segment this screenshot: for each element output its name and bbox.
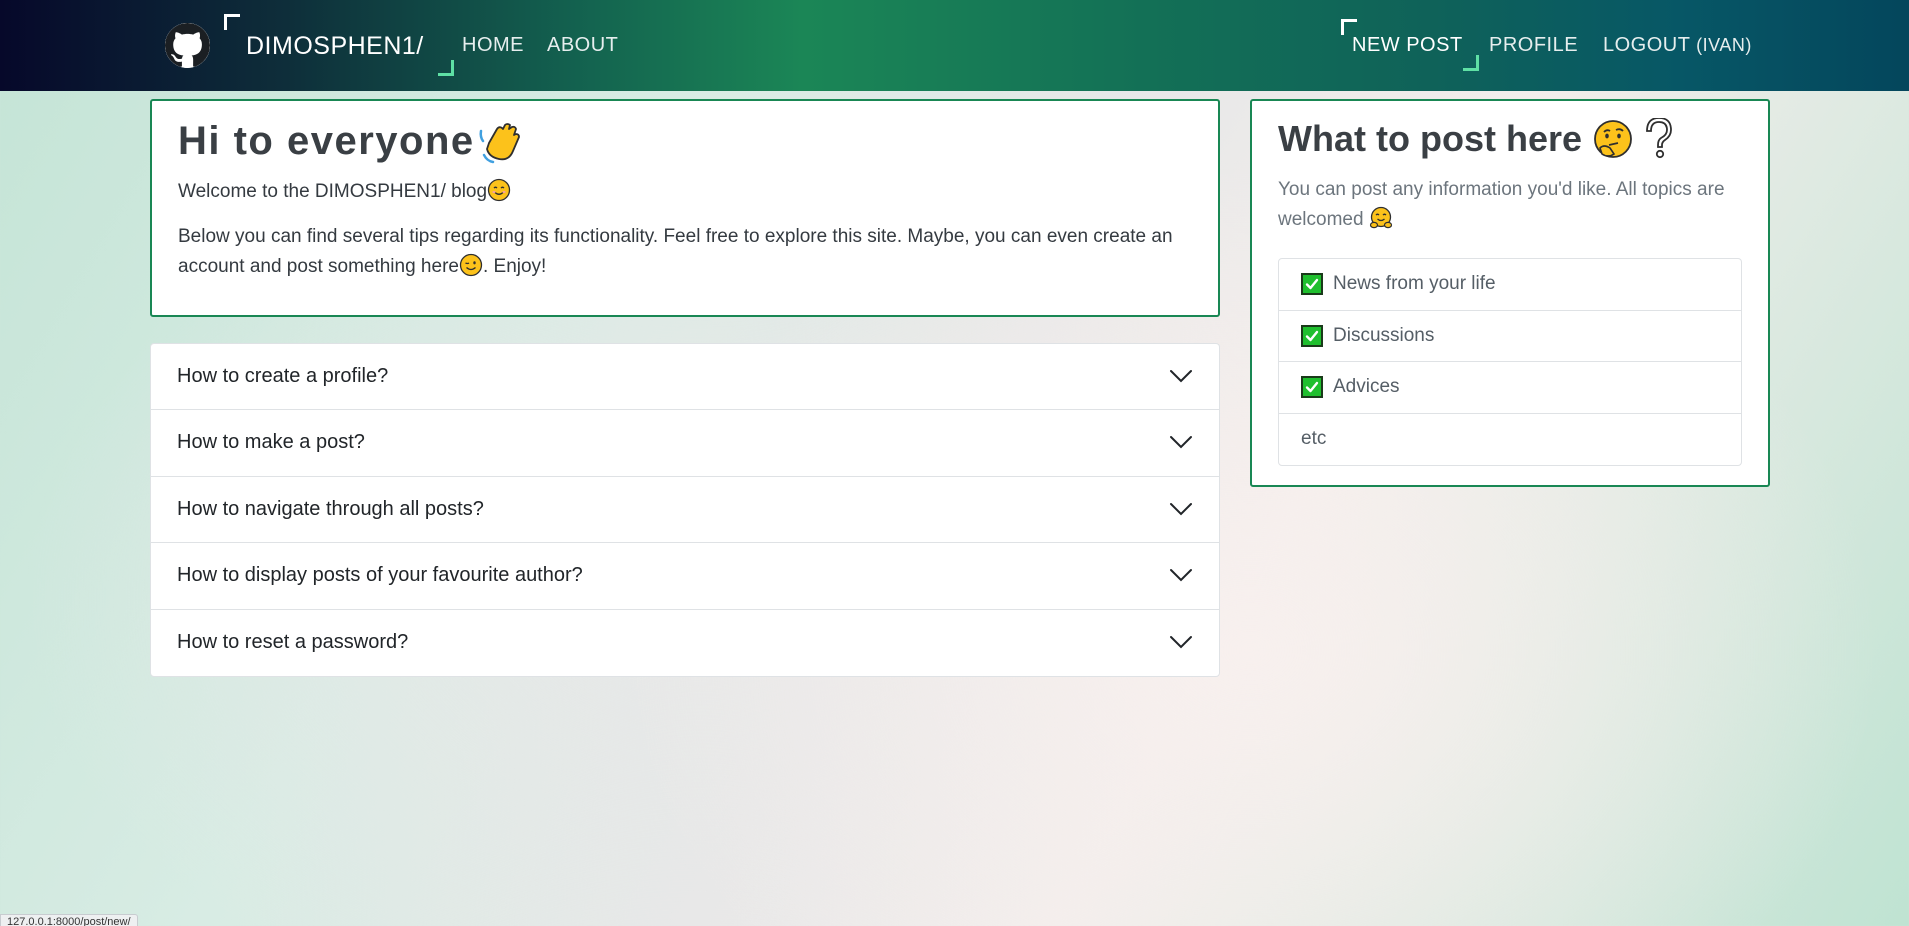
side-description-text: You can post any information you'd like.…	[1278, 179, 1725, 230]
welcome-title: Hi to everyone	[178, 115, 1192, 167]
faq-item-favourite-author[interactable]: How to display posts of your favourite a…	[151, 543, 1219, 610]
faq-question: How to display posts of your favourite a…	[177, 564, 583, 587]
topic-label: etc	[1301, 428, 1327, 450]
chevron-down-icon	[1170, 370, 1192, 383]
welcome-paragraph-end: . Enjoy!	[482, 256, 547, 277]
faq-item-make-post[interactable]: How to make a post?	[151, 410, 1219, 477]
topic-label: News from your life	[1333, 273, 1496, 295]
check-mark-icon	[1301, 376, 1323, 399]
nav-logout[interactable]: LOGOUT (IVAN)	[1603, 34, 1752, 57]
new-post-corner-bottom-right	[1463, 55, 1479, 71]
nav-new-post-label: NEW POST	[1352, 34, 1463, 56]
side-title-text: What to post here	[1278, 118, 1582, 159]
browser-status-bar: 127.0.0.1:8000/post/new/	[0, 914, 138, 926]
faq-question: How to navigate through all posts?	[177, 497, 484, 520]
topic-item-advices: Advices	[1279, 362, 1741, 414]
brand-corner-top-left	[224, 14, 240, 30]
faq-item-create-profile[interactable]: How to create a profile?	[151, 344, 1219, 411]
faq-question: How to create a profile?	[177, 365, 389, 387]
topic-item-news: News from your life	[1279, 259, 1741, 311]
thinking-face-icon	[1592, 118, 1634, 160]
question-mark-icon	[1644, 117, 1674, 160]
brand-corner-bottom-right	[438, 60, 454, 76]
topic-item-discussions: Discussions	[1279, 311, 1741, 362]
faq-question: How to reset a password?	[177, 630, 409, 653]
github-icon[interactable]	[165, 23, 210, 68]
faq-item-reset-password[interactable]: How to reset a password?	[151, 610, 1219, 676]
welcome-paragraph: Below you can find several tips regardin…	[178, 222, 1192, 287]
nav-about[interactable]: ABOUT	[547, 34, 618, 57]
welcome-line: Welcome to the DIMOSPHEN1/ blog	[178, 177, 1192, 212]
faq-accordion: How to create a profile? How to make a p…	[150, 343, 1220, 677]
topic-label: Advices	[1333, 376, 1400, 398]
waving-hand-icon	[477, 117, 525, 165]
nav-logout-user: (IVAN)	[1696, 35, 1752, 55]
welcome-card: Hi to everyone Welcome to the DIMOSPHEN1…	[150, 99, 1220, 317]
side-description: You can post any information you'd like.…	[1278, 175, 1742, 240]
smiling-face-icon	[487, 178, 511, 212]
nav-home[interactable]: HOME	[462, 34, 524, 57]
nav-logout-label: LOGOUT	[1603, 34, 1691, 56]
check-mark-icon	[1301, 273, 1323, 296]
nav-new-post[interactable]: NEW POST	[1341, 19, 1479, 71]
side-title: What to post here	[1278, 113, 1742, 165]
welcome-title-text: Hi to everyone	[178, 118, 475, 163]
faq-question: How to make a post?	[177, 431, 365, 454]
chevron-down-icon	[1170, 569, 1192, 582]
new-post-corner-top-left	[1341, 19, 1357, 35]
topic-list: News from your life Discussions Advices …	[1278, 258, 1742, 466]
chevron-down-icon	[1170, 502, 1192, 516]
navbar: DIMOSPHEN1/ HOME ABOUT NEW POST PROFILE …	[0, 0, 1909, 91]
faq-item-navigate-posts[interactable]: How to navigate through all posts?	[151, 477, 1219, 544]
topic-item-etc: etc	[1279, 414, 1741, 466]
brand-link[interactable]: DIMOSPHEN1/	[224, 14, 454, 76]
nav-profile[interactable]: PROFILE	[1489, 34, 1578, 57]
brand-text: DIMOSPHEN1/	[246, 32, 424, 60]
what-to-post-card: What to post here You can post any infor…	[1250, 99, 1770, 487]
winking-face-icon	[459, 253, 483, 287]
chevron-down-icon	[1170, 635, 1192, 648]
topic-label: Discussions	[1333, 324, 1435, 346]
welcome-line-text: Welcome to the DIMOSPHEN1/ blog	[178, 181, 488, 202]
chevron-down-icon	[1170, 436, 1192, 449]
check-mark-icon	[1301, 324, 1323, 347]
welcome-paragraph-text: Below you can find several tips regardin…	[178, 226, 1173, 277]
hugging-face-icon	[1369, 206, 1393, 240]
